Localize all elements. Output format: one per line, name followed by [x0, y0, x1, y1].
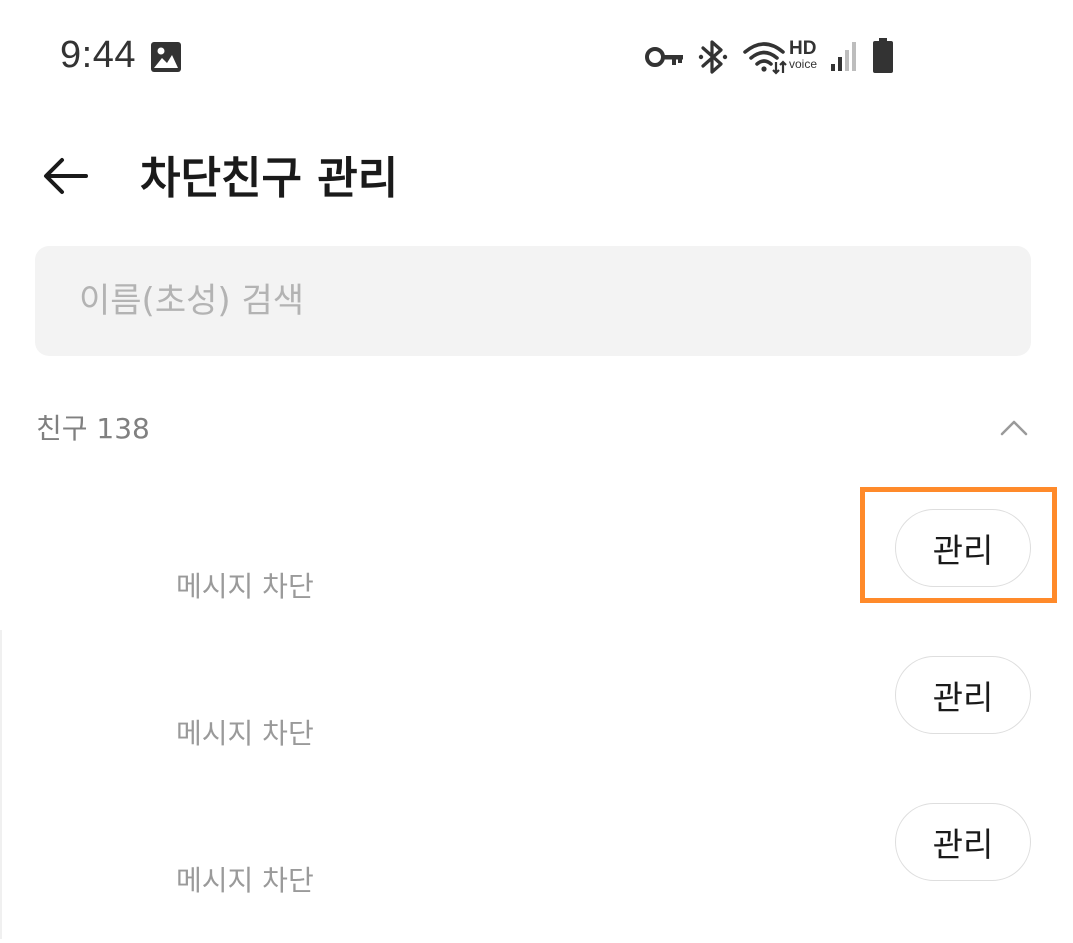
friend-row[interactable]: 메시지 차단 관리: [0, 509, 1073, 649]
manage-button[interactable]: 관리: [895, 803, 1031, 881]
hd-voice-icon: HD voice: [789, 38, 829, 74]
friends-count-label: 친구 138: [36, 412, 150, 445]
gallery-icon: [151, 42, 181, 72]
manage-button[interactable]: 관리: [895, 656, 1031, 734]
cellular-signal-icon: [831, 42, 856, 71]
search-box: [35, 246, 1031, 356]
bluetooth-icon: [698, 40, 728, 74]
friend-status: 메시지 차단: [176, 864, 314, 897]
section-header: 친구 138: [0, 395, 1073, 459]
friend-status: 메시지 차단: [176, 717, 314, 750]
wifi-icon: [743, 42, 787, 75]
battery-icon: [873, 38, 893, 73]
back-button[interactable]: [28, 148, 104, 204]
page-title: 차단친구 관리: [140, 153, 399, 204]
edge-divider: [0, 630, 2, 939]
manage-button[interactable]: 관리: [895, 509, 1031, 587]
collapse-toggle[interactable]: [988, 403, 1040, 451]
friend-row[interactable]: 메시지 차단 관리: [0, 803, 1073, 943]
search-input[interactable]: [35, 246, 1031, 356]
friend-row[interactable]: 메시지 차단 관리: [0, 656, 1073, 796]
friend-status: 메시지 차단: [176, 570, 314, 603]
hd-label: HD: [789, 38, 817, 59]
voice-label: voice: [789, 57, 818, 71]
app-bar: 차단친구 관리: [0, 120, 1073, 230]
vpn-key-icon: [645, 47, 683, 67]
back-arrow-icon: [44, 158, 88, 194]
status-bar: 9:44 HD voice: [0, 0, 1073, 110]
chevron-up-icon: [1000, 420, 1028, 436]
status-time: 9:44: [60, 34, 136, 76]
